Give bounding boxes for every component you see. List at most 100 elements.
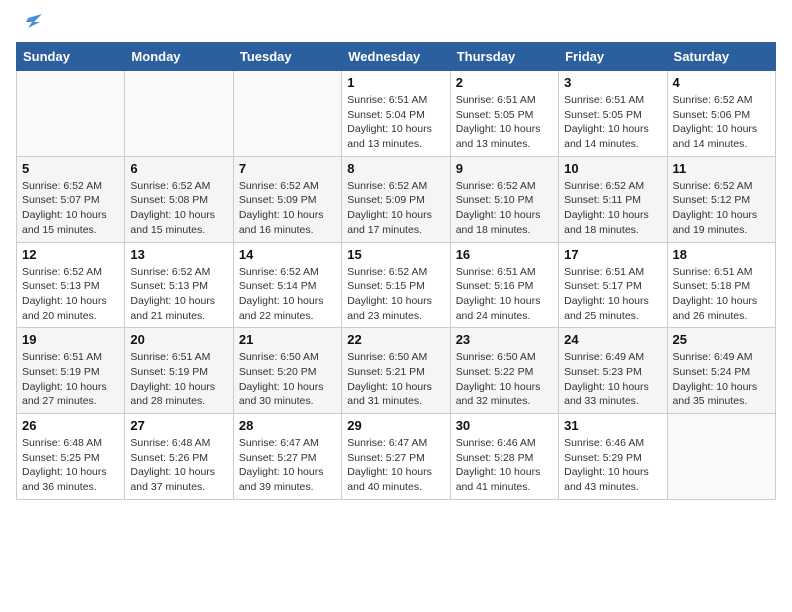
day-info: Sunrise: 6:50 AMSunset: 5:21 PMDaylight:… [347, 350, 444, 409]
day-info: Sunrise: 6:52 AMSunset: 5:09 PMDaylight:… [347, 179, 444, 238]
calendar-cell: 3 Sunrise: 6:51 AMSunset: 5:05 PMDaylight… [559, 71, 667, 157]
calendar-cell: 26Sunrise: 6:48 AMSunset: 5:25 PMDayligh… [17, 414, 125, 500]
day-number: 3 [564, 75, 661, 90]
day-info: Sunrise: 6:49 AMSunset: 5:23 PMDaylight:… [564, 350, 661, 409]
calendar-cell: 5 Sunrise: 6:52 AMSunset: 5:07 PMDaylight… [17, 156, 125, 242]
calendar-cell: 25 Sunrise: 6:49 AMSunset: 5:24 PMDayligh… [667, 328, 775, 414]
calendar-cell: 22 Sunrise: 6:50 AMSunset: 5:21 PMDayligh… [342, 328, 450, 414]
day-info: Sunrise: 6:52 AMSunset: 5:13 PMDaylight:… [130, 265, 227, 324]
calendar-cell [125, 71, 233, 157]
day-number: 19 [22, 332, 119, 347]
day-number: 28 [239, 418, 336, 433]
day-number: 6 [130, 161, 227, 176]
day-info: Sunrise: 6:52 AMSunset: 5:09 PMDaylight:… [239, 179, 336, 238]
day-info: Sunrise: 6:52 AMSunset: 5:07 PMDaylight:… [22, 179, 119, 238]
day-info: Sunrise: 6:51 AMSunset: 5:16 PMDaylight:… [456, 265, 553, 324]
day-number: 16 [456, 247, 553, 262]
day-number: 14 [239, 247, 336, 262]
calendar-week-row: 26Sunrise: 6:48 AMSunset: 5:25 PMDayligh… [17, 414, 776, 500]
day-info: Sunrise: 6:51 AMSunset: 5:04 PMDaylight:… [347, 93, 444, 152]
col-header-monday: Monday [125, 43, 233, 71]
col-header-tuesday: Tuesday [233, 43, 341, 71]
day-info: Sunrise: 6:48 AMSunset: 5:26 PMDaylight:… [130, 436, 227, 495]
day-info: Sunrise: 6:46 AMSunset: 5:29 PMDaylight:… [564, 436, 661, 495]
day-number: 10 [564, 161, 661, 176]
calendar-table: SundayMondayTuesdayWednesdayThursdayFrid… [16, 42, 776, 500]
calendar-week-row: 19 Sunrise: 6:51 AMSunset: 5:19 PMDayligh… [17, 328, 776, 414]
calendar-cell: 2 Sunrise: 6:51 AMSunset: 5:05 PMDaylight… [450, 71, 558, 157]
day-info: Sunrise: 6:52 AMSunset: 5:12 PMDaylight:… [673, 179, 770, 238]
day-info: Sunrise: 6:52 AMSunset: 5:08 PMDaylight:… [130, 179, 227, 238]
day-info: Sunrise: 6:49 AMSunset: 5:24 PMDaylight:… [673, 350, 770, 409]
day-info: Sunrise: 6:50 AMSunset: 5:22 PMDaylight:… [456, 350, 553, 409]
page-header [16, 16, 776, 34]
day-number: 24 [564, 332, 661, 347]
day-number: 18 [673, 247, 770, 262]
day-number: 20 [130, 332, 227, 347]
day-info: Sunrise: 6:50 AMSunset: 5:20 PMDaylight:… [239, 350, 336, 409]
calendar-cell: 4Sunrise: 6:52 AMSunset: 5:06 PMDaylight… [667, 71, 775, 157]
day-number: 7 [239, 161, 336, 176]
day-number: 25 [673, 332, 770, 347]
day-info: Sunrise: 6:51 AMSunset: 5:19 PMDaylight:… [22, 350, 119, 409]
calendar-cell [17, 71, 125, 157]
day-info: Sunrise: 6:46 AMSunset: 5:28 PMDaylight:… [456, 436, 553, 495]
day-number: 11 [673, 161, 770, 176]
calendar-cell: 21 Sunrise: 6:50 AMSunset: 5:20 PMDayligh… [233, 328, 341, 414]
logo-bird-icon [20, 12, 42, 34]
day-info: Sunrise: 6:47 AMSunset: 5:27 PMDaylight:… [347, 436, 444, 495]
day-info: Sunrise: 6:51 AMSunset: 5:19 PMDaylight:… [130, 350, 227, 409]
day-number: 2 [456, 75, 553, 90]
day-info: Sunrise: 6:52 AMSunset: 5:13 PMDaylight:… [22, 265, 119, 324]
calendar-cell: 31 Sunrise: 6:46 AMSunset: 5:29 PMDayligh… [559, 414, 667, 500]
day-info: Sunrise: 6:51 AMSunset: 5:17 PMDaylight:… [564, 265, 661, 324]
calendar-cell: 7 Sunrise: 6:52 AMSunset: 5:09 PMDaylight… [233, 156, 341, 242]
calendar-cell: 23 Sunrise: 6:50 AMSunset: 5:22 PMDayligh… [450, 328, 558, 414]
calendar-cell: 17 Sunrise: 6:51 AMSunset: 5:17 PMDayligh… [559, 242, 667, 328]
day-number: 15 [347, 247, 444, 262]
calendar-cell: 19 Sunrise: 6:51 AMSunset: 5:19 PMDayligh… [17, 328, 125, 414]
day-number: 1 [347, 75, 444, 90]
col-header-sunday: Sunday [17, 43, 125, 71]
calendar-cell: 9Sunrise: 6:52 AMSunset: 5:10 PMDaylight… [450, 156, 558, 242]
calendar-cell: 8 Sunrise: 6:52 AMSunset: 5:09 PMDaylight… [342, 156, 450, 242]
calendar-cell: 6 Sunrise: 6:52 AMSunset: 5:08 PMDaylight… [125, 156, 233, 242]
col-header-wednesday: Wednesday [342, 43, 450, 71]
calendar-cell: 18 Sunrise: 6:51 AMSunset: 5:18 PMDayligh… [667, 242, 775, 328]
calendar-week-row: 5 Sunrise: 6:52 AMSunset: 5:07 PMDaylight… [17, 156, 776, 242]
calendar-cell: 14 Sunrise: 6:52 AMSunset: 5:14 PMDayligh… [233, 242, 341, 328]
calendar-cell: 24 Sunrise: 6:49 AMSunset: 5:23 PMDayligh… [559, 328, 667, 414]
day-info: Sunrise: 6:52 AMSunset: 5:14 PMDaylight:… [239, 265, 336, 324]
calendar-cell: 28 Sunrise: 6:47 AMSunset: 5:27 PMDayligh… [233, 414, 341, 500]
day-info: Sunrise: 6:51 AMSunset: 5:05 PMDaylight:… [564, 93, 661, 152]
calendar-cell: 16 Sunrise: 6:51 AMSunset: 5:16 PMDayligh… [450, 242, 558, 328]
calendar-week-row: 1 Sunrise: 6:51 AMSunset: 5:04 PMDaylight… [17, 71, 776, 157]
day-number: 4 [673, 75, 770, 90]
calendar-week-row: 12Sunrise: 6:52 AMSunset: 5:13 PMDayligh… [17, 242, 776, 328]
day-number: 9 [456, 161, 553, 176]
calendar-cell: 13Sunrise: 6:52 AMSunset: 5:13 PMDayligh… [125, 242, 233, 328]
day-info: Sunrise: 6:47 AMSunset: 5:27 PMDaylight:… [239, 436, 336, 495]
day-info: Sunrise: 6:52 AMSunset: 5:11 PMDaylight:… [564, 179, 661, 238]
col-header-friday: Friday [559, 43, 667, 71]
day-info: Sunrise: 6:51 AMSunset: 5:05 PMDaylight:… [456, 93, 553, 152]
day-number: 8 [347, 161, 444, 176]
day-number: 29 [347, 418, 444, 433]
day-number: 17 [564, 247, 661, 262]
day-info: Sunrise: 6:48 AMSunset: 5:25 PMDaylight:… [22, 436, 119, 495]
calendar-cell: 29 Sunrise: 6:47 AMSunset: 5:27 PMDayligh… [342, 414, 450, 500]
col-header-thursday: Thursday [450, 43, 558, 71]
calendar-cell [667, 414, 775, 500]
day-number: 5 [22, 161, 119, 176]
calendar-cell: 20 Sunrise: 6:51 AMSunset: 5:19 PMDayligh… [125, 328, 233, 414]
day-number: 31 [564, 418, 661, 433]
calendar-cell: 10 Sunrise: 6:52 AMSunset: 5:11 PMDayligh… [559, 156, 667, 242]
col-header-saturday: Saturday [667, 43, 775, 71]
day-info: Sunrise: 6:52 AMSunset: 5:15 PMDaylight:… [347, 265, 444, 324]
day-info: Sunrise: 6:51 AMSunset: 5:18 PMDaylight:… [673, 265, 770, 324]
calendar-cell: 15 Sunrise: 6:52 AMSunset: 5:15 PMDayligh… [342, 242, 450, 328]
day-number: 21 [239, 332, 336, 347]
day-number: 22 [347, 332, 444, 347]
calendar-cell: 1 Sunrise: 6:51 AMSunset: 5:04 PMDaylight… [342, 71, 450, 157]
day-number: 23 [456, 332, 553, 347]
